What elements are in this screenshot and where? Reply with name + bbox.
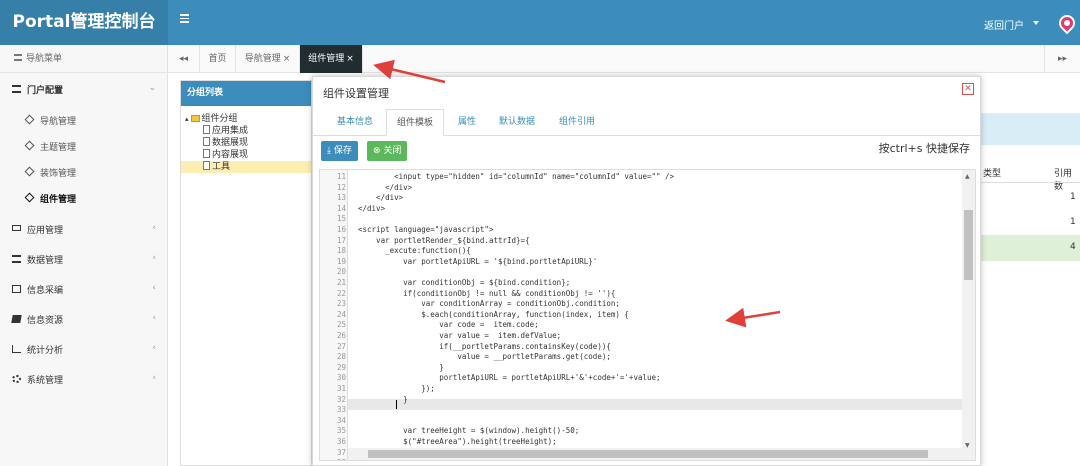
- annotation-arrow: [373, 59, 446, 84]
- annotation-arrow: [725, 307, 781, 328]
- annotation-overlay: [373, 59, 781, 328]
